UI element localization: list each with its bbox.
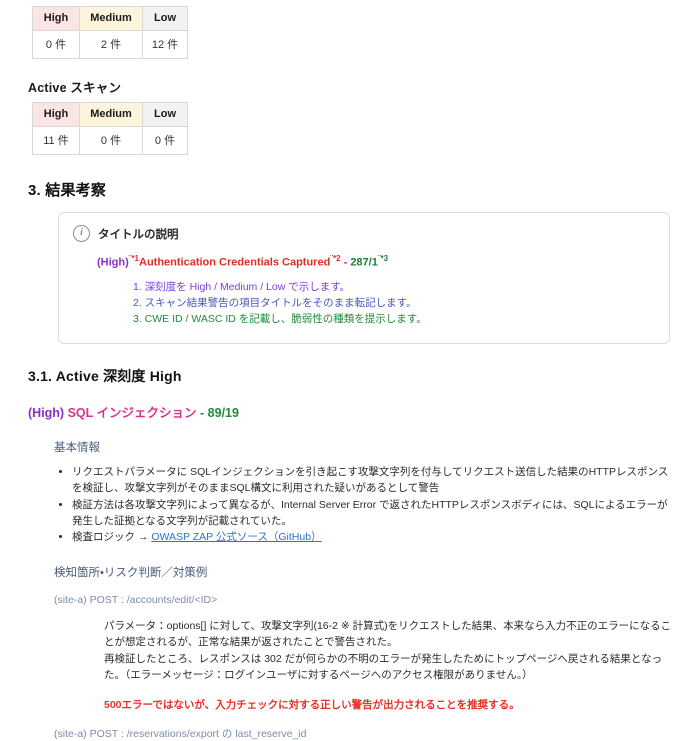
passive-scan-summary-table: High Medium Low 0 件 2 件 12 件 [32,6,188,59]
column-header-medium: Medium [79,6,143,31]
column-header-high: High [32,102,80,127]
list-item: 検査ロジック → OWASP ZAP 公式ソース（GitHub） [72,530,674,546]
cell-high-count: 0 件 [32,30,80,59]
list-item: リクエストパラメータに SQLインジェクションを引き起こす攻撃文字列を付与してリ… [72,465,674,497]
finding-title: (High) SQL インジェクション - 89/19 [28,402,674,421]
table-header-row: High Medium Low [32,6,188,31]
callout-title: タイトルの説明 [98,228,179,241]
callout-notes-list: 1. 深刻度を High / Medium / Low で示します。 2. スキ… [73,279,655,328]
sample-severity: (High) [97,256,129,269]
info-circle-icon: i [73,225,90,242]
cell-high-count: 11 件 [32,126,80,155]
cell-medium-count: 2 件 [79,30,143,59]
report-page: High Medium Low 0 件 2 件 12 件 Active スキャン… [0,6,700,741]
cell-low-count: 0 件 [142,126,188,155]
sample-name: Authentication Credentials Captured [139,256,331,269]
sample-sup-1: ¨*1 [128,254,139,263]
sample-sup-3: ¨*3 [377,254,389,263]
finding-name: SQL インジェクション [67,406,197,421]
column-header-high: High [32,6,80,31]
active-scan-heading: Active スキャン [28,81,122,95]
table-row: 0 件 2 件 12 件 [32,30,188,59]
finding-severity: (High) [28,406,65,421]
sample-sup-2: ¨*2 [330,254,341,263]
column-header-low: Low [142,6,188,31]
endpoint-paragraph-line: 再検証したところ、レスポンスは 302 だが何らかの不明のエラーが発生したために… [104,652,663,681]
section-3-heading: 3. 結果考察 [28,182,107,199]
endpoint-paragraph: パラメータ：options[] に対して、攻撃文字列(16-2 ※ 計算式)をリ… [104,618,674,683]
list-item: 検証方法は各攻撃文字列によって異なるが、Internal Server Erro… [72,498,674,530]
callout-sample-line: (High)¨*1Authentication Credentials Capt… [97,254,655,269]
endpoint-label: (site-a) POST : /reservations/export の l… [54,728,307,741]
callout-note-item: 2. スキャン結果警告の項目タイトルをそのまま転記します。 [133,296,417,309]
cell-medium-count: 0 件 [79,126,143,155]
section-3-1-heading: 3.1. Active 深刻度 High [28,368,182,385]
endpoint-label: (site-a) POST : /accounts/edit/<ID> [54,594,218,607]
sample-dash: - [340,256,351,269]
table-row: 11 件 0 件 0 件 [32,126,188,155]
column-header-medium: Medium [79,102,143,127]
detection-heading: 検知箇所・リスク判断／対策例 [54,567,208,580]
bullet-link-prefix: 検査ロジック → [72,531,152,544]
callout-note-item: 1. 深刻度を High / Medium / Low で示します。 [133,280,351,293]
column-header-low: Low [142,102,188,127]
basic-info-bullet-list: リクエストパラメータに SQLインジェクションを引き起こす攻撃文字列を付与してリ… [26,465,674,546]
table-header-row: High Medium Low [32,102,188,127]
active-scan-summary-table: High Medium Low 11 件 0 件 0 件 [32,102,188,155]
finding-ids: - 89/19 [200,406,239,421]
callout-note-item: 3. CWE ID / WASC ID を記載し、脆弱性の種類を提示します。 [133,313,427,326]
cell-low-count: 12 件 [142,30,188,59]
sample-ids: 287/1 [350,256,378,269]
endpoint-warning: 500エラーではないが、入力チェックに対する正しい警告が出力されることを推奨する… [104,699,520,712]
owasp-zap-source-link[interactable]: OWASP ZAP 公式ソース（GitHub） [151,531,321,543]
callout-header: i タイトルの説明 [73,225,655,242]
basic-info-heading: 基本情報 [54,442,100,455]
endpoint-paragraph-line: パラメータ：options[] に対して、攻撃文字列(16-2 ※ 計算式)をリ… [104,620,672,649]
title-explanation-callout: i タイトルの説明 (High)¨*1Authentication Creden… [58,212,670,345]
